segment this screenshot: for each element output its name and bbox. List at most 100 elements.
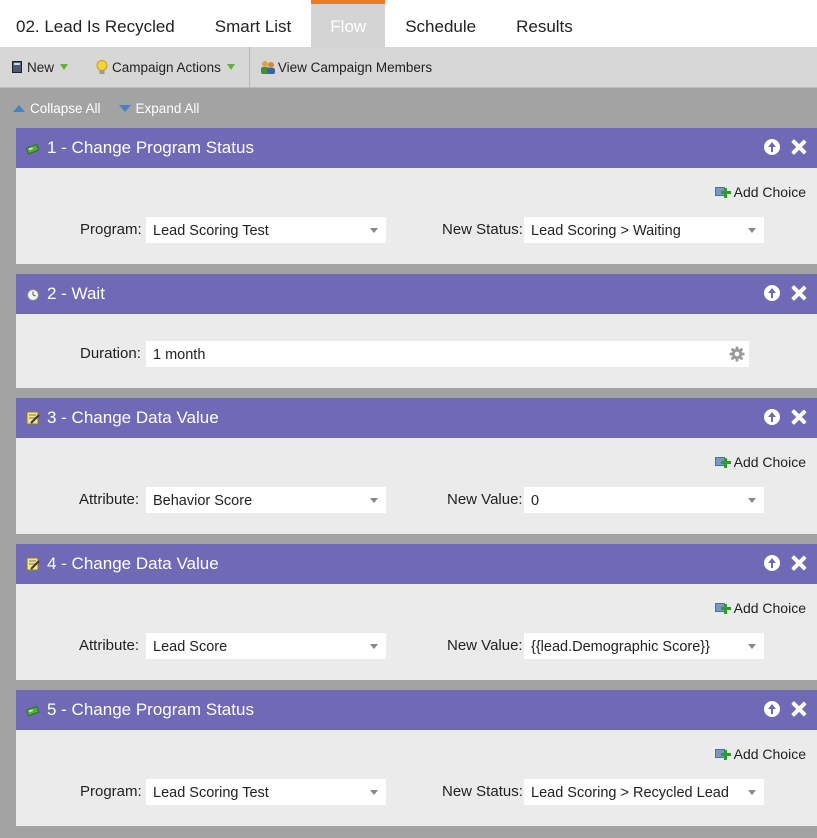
chevron-down-icon (370, 228, 378, 233)
duration-value: 1 month (153, 347, 206, 363)
add-choice-icon (714, 601, 731, 615)
new-value-label: New Value: (447, 491, 523, 508)
program-label: Program: (80, 221, 142, 238)
duration-input[interactable]: 1 month (146, 341, 749, 367)
view-campaign-members-label: View Campaign Members (277, 59, 433, 75)
data-value-icon (26, 411, 40, 425)
new-value-value: 0 (531, 493, 540, 509)
close-icon[interactable] (791, 139, 807, 155)
flow-step-header[interactable]: 4 - Change Data Value (16, 544, 817, 584)
flow-step: 2 - Wait Duration: 1 month (16, 274, 817, 388)
chevron-down-icon (60, 64, 69, 70)
program-status-icon (26, 705, 40, 717)
add-choice-button[interactable]: Add Choice (714, 454, 806, 470)
toolbar: New Campaign Actions View Campaign Membe… (0, 46, 817, 88)
view-campaign-members-button[interactable]: View Campaign Members (254, 47, 440, 88)
flow-step-header[interactable]: 5 - Change Program Status (16, 690, 817, 730)
move-up-icon[interactable] (764, 409, 780, 425)
tab-schedule[interactable]: Schedule (385, 0, 496, 47)
program-label: Program: (80, 783, 142, 800)
flow-step: 3 - Change Data Value Add Choice Attribu… (16, 398, 817, 534)
duration-label: Duration: (80, 345, 141, 362)
attribute-select[interactable]: Lead Score (146, 633, 386, 659)
chevron-down-icon (748, 228, 756, 233)
program-value: Lead Scoring Test (153, 785, 269, 801)
step-controls (764, 285, 807, 301)
close-icon[interactable] (791, 285, 807, 301)
program-select[interactable]: Lead Scoring Test (146, 779, 386, 805)
chevron-down-icon (370, 790, 378, 795)
new-button-label: New (27, 59, 55, 75)
add-choice-button[interactable]: Add Choice (714, 746, 806, 762)
add-choice-label: Add Choice (733, 184, 806, 200)
attribute-select[interactable]: Behavior Score (146, 487, 386, 513)
add-choice-button[interactable]: Add Choice (714, 184, 806, 200)
tab-campaign-name[interactable]: 02. Lead Is Recycled (0, 0, 195, 47)
collapse-all-label: Collapse All (30, 100, 101, 116)
new-value-label: New Value: (447, 637, 523, 654)
flow-step: 4 - Change Data Value Add Choice Attribu… (16, 544, 817, 680)
expand-all-button[interactable]: Expand All (118, 100, 200, 116)
flow-step-title: 5 - Change Program Status (47, 700, 254, 719)
chevron-down-icon (748, 644, 756, 649)
tab-bar: 02. Lead Is Recycled Smart List Flow Sch… (0, 0, 817, 47)
tab-flow[interactable]: Flow (311, 0, 386, 47)
attribute-label: Attribute: (79, 491, 140, 508)
lightbulb-icon (96, 59, 108, 74)
add-choice-label: Add Choice (733, 600, 806, 616)
close-icon[interactable] (791, 409, 807, 425)
tab-results[interactable]: Results (496, 0, 593, 47)
toolbar-divider (248, 46, 250, 88)
move-up-icon[interactable] (764, 701, 780, 717)
add-choice-icon (714, 747, 731, 761)
data-value-icon (26, 557, 40, 571)
new-value-select[interactable]: 0 (524, 487, 764, 513)
flow-step: 1 - Change Program Status Add Choice Pro… (16, 128, 817, 264)
move-up-icon[interactable] (764, 555, 780, 571)
new-status-value: Lead Scoring > Recycled Lead (531, 785, 729, 801)
flow-step-title: 4 - Change Data Value (47, 554, 219, 573)
flow-step-title: 3 - Change Data Value (47, 408, 219, 427)
gear-icon[interactable] (728, 345, 746, 363)
triangle-up-icon (13, 104, 25, 112)
expand-all-label: Expand All (135, 100, 200, 116)
move-up-icon[interactable] (764, 139, 780, 155)
chevron-down-icon (748, 790, 756, 795)
add-choice-label: Add Choice (733, 454, 806, 470)
flow-step-header[interactable]: 1 - Change Program Status (16, 128, 817, 168)
campaign-actions-button[interactable]: Campaign Actions (88, 47, 243, 88)
collapse-all-button[interactable]: Collapse All (13, 101, 101, 116)
close-icon[interactable] (791, 701, 807, 717)
chevron-down-icon (226, 64, 235, 70)
tab-smart-list[interactable]: Smart List (195, 0, 312, 47)
step-controls (764, 409, 807, 425)
add-choice-icon (714, 185, 731, 199)
collapse-expand-bar: Collapse All Expand All (0, 96, 217, 120)
new-value-select[interactable]: {{lead.Demographic Score}} (524, 633, 764, 659)
new-status-label: New Status: (442, 221, 523, 238)
chevron-down-icon (370, 644, 378, 649)
add-choice-icon (714, 455, 731, 469)
flow-step: 5 - Change Program Status Add Choice Pro… (16, 690, 817, 826)
new-value-value: {{lead.Demographic Score}} (531, 639, 710, 655)
flow-step-header[interactable]: 2 - Wait (16, 274, 817, 314)
program-select[interactable]: Lead Scoring Test (146, 217, 386, 243)
step-controls (764, 701, 807, 717)
close-icon[interactable] (791, 555, 807, 571)
add-choice-button[interactable]: Add Choice (714, 600, 806, 616)
attribute-label: Attribute: (79, 637, 140, 654)
new-status-value: Lead Scoring > Waiting (531, 223, 681, 239)
flow-step-header[interactable]: 3 - Change Data Value (16, 398, 817, 438)
new-button[interactable]: New (0, 47, 76, 88)
chevron-down-icon (370, 498, 378, 503)
triangle-down-icon (118, 104, 131, 112)
people-icon (260, 60, 275, 74)
campaign-actions-label: Campaign Actions (112, 59, 221, 75)
new-status-select[interactable]: Lead Scoring > Recycled Lead (524, 779, 764, 805)
attribute-value: Behavior Score (153, 493, 253, 509)
new-status-select[interactable]: Lead Scoring > Waiting (524, 217, 764, 243)
new-status-label: New Status: (442, 783, 523, 800)
flow-step-title: 2 - Wait (47, 284, 105, 303)
program-status-icon (26, 143, 40, 155)
move-up-icon[interactable] (764, 285, 780, 301)
